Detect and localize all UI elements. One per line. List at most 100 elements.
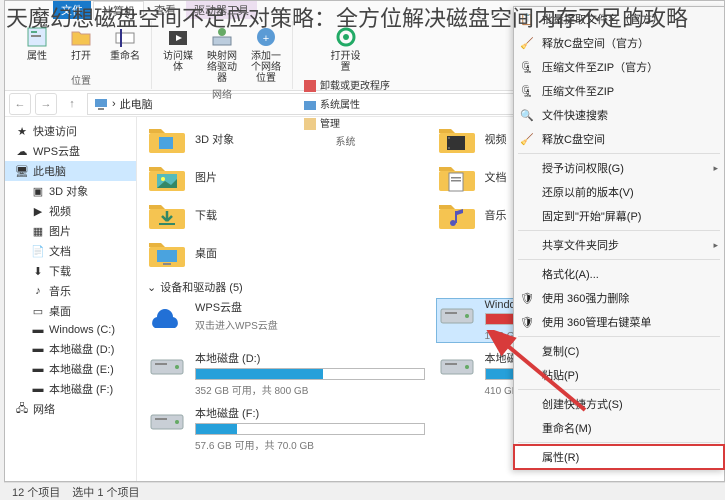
menu-item-15[interactable]: 🛡使用 360管理右键菜单 [514, 310, 724, 334]
drv-icon: ▬ [31, 382, 45, 396]
ribbon-tab-file[interactable]: 文件 [53, 1, 91, 19]
status-selection: 选中 1 个项目 [72, 484, 139, 500]
menu-item-0[interactable]: 📋批量提取文件名（官方） [514, 7, 724, 31]
360-icon: 🛡 [520, 291, 534, 305]
ribbon-btn-media[interactable]: 访问媒体 [158, 23, 198, 75]
menu-item-5[interactable]: 🧹释放C盘空间 [514, 127, 724, 151]
drive-usage-bar [195, 423, 425, 435]
star-icon: ★ [15, 124, 29, 138]
ribbon-btn-map-drive[interactable]: 映射网络驱动器 [202, 23, 242, 86]
drive-icon [147, 405, 187, 435]
ribbon-btn-add-location[interactable]: +添加一个网络位置 [246, 23, 286, 86]
folder-icon [147, 199, 187, 231]
folder-icon [147, 237, 187, 269]
menu-item-17[interactable]: 复制(C) [514, 339, 724, 363]
manage-icon [303, 117, 317, 131]
menu-item-13[interactable]: 格式化(A)... [514, 262, 724, 286]
free-icon: 🧹 [520, 36, 534, 50]
menu-item-21[interactable]: 重命名(M) [514, 416, 724, 440]
sidebar-item-14[interactable]: 🖧网络 [5, 399, 136, 419]
menu-separator [518, 442, 720, 443]
folder-icon [147, 161, 187, 193]
menu-item-2[interactable]: 🗜压缩文件至ZIP（官方） [514, 55, 724, 79]
sysprops-icon [303, 98, 317, 112]
sidebar-item-8[interactable]: ♪音乐 [5, 281, 136, 301]
menu-separator [518, 389, 720, 390]
menu-separator [518, 153, 720, 154]
pc-icon [94, 97, 108, 111]
map-drive-icon [210, 25, 234, 49]
svg-text:+: + [263, 33, 269, 45]
menu-item-8[interactable]: 还原以前的版本(V) [514, 180, 724, 204]
status-count: 12 个项目 [12, 484, 60, 500]
ribbon-btn-settings[interactable]: 打开设置 [326, 23, 366, 75]
sidebar-item-10[interactable]: ▬Windows (C:) [5, 321, 136, 339]
properties-icon [25, 25, 49, 49]
ribbon-btn-open[interactable]: 打开 [61, 23, 101, 64]
drive-0[interactable]: WPS云盘双击进入WPS云盘 [147, 299, 425, 342]
nav-up[interactable]: ↑ [61, 93, 83, 115]
menu-item-3[interactable]: 🗜压缩文件至ZIP [514, 79, 724, 103]
menu-item-20[interactable]: 创建快捷方式(S) [514, 392, 724, 416]
sidebar-item-12[interactable]: ▬本地磁盘 (E:) [5, 359, 136, 379]
ribbon-tab-drive-tools[interactable]: 驱动器工具 [186, 1, 257, 19]
3d-icon: ▣ [31, 184, 45, 198]
menu-separator [518, 336, 720, 337]
sidebar-item-1[interactable]: ☁WPS云盘 [5, 141, 136, 161]
drv-icon: ▬ [31, 342, 45, 356]
menu-item-4[interactable]: 🔍文件快速搜索 [514, 103, 724, 127]
sidebar-item-6[interactable]: 📄文档 [5, 241, 136, 261]
sidebar-item-2[interactable]: 🖥此电脑 [5, 161, 136, 181]
folder-pic[interactable]: 图片 [147, 161, 425, 193]
sidebar-item-3[interactable]: ▣3D 对象 [5, 181, 136, 201]
drive-icon [147, 299, 187, 329]
pic-icon: ▦ [31, 224, 45, 238]
sidebar-item-0[interactable]: ★快速访问 [5, 121, 136, 141]
drive-icon [437, 350, 477, 380]
menu-item-11[interactable]: 共享文件夹同步 [514, 233, 724, 257]
menu-item-7[interactable]: 授予访问权限(G) [514, 156, 724, 180]
net-icon: 🖧 [15, 402, 29, 416]
search-icon: 🔍 [520, 108, 534, 122]
drive-icon [147, 350, 187, 380]
drv-icon: ▬ [31, 362, 45, 376]
drive-2[interactable]: 本地磁盘 (D:)352 GB 可用，共 800 GB [147, 350, 425, 397]
nav-forward[interactable]: → [35, 93, 57, 115]
360-icon: 🛡 [520, 315, 534, 329]
menu-item-23[interactable]: 属性(R) [514, 445, 724, 469]
nav-back[interactable]: ← [9, 93, 31, 115]
drive-4[interactable]: 本地磁盘 (F:)57.6 GB 可用，共 70.0 GB [147, 405, 425, 452]
ribbon-tab-computer[interactable]: 计算机 [93, 1, 144, 19]
sidebar-item-11[interactable]: ▬本地磁盘 (D:) [5, 339, 136, 359]
sidebar-item-4[interactable]: ▶视频 [5, 201, 136, 221]
rename-icon [113, 25, 137, 49]
menu-item-9[interactable]: 固定到"开始"屏幕(P) [514, 204, 724, 228]
zip-icon: 🗜 [520, 60, 534, 74]
ribbon-btn-uninstall[interactable]: 卸载或更改程序 [301, 77, 392, 95]
sidebar-item-13[interactable]: ▬本地磁盘 (F:) [5, 379, 136, 399]
ribbon-btn-sysprops[interactable]: 系统属性 [301, 96, 362, 114]
menu-item-1[interactable]: 🧹释放C盘空间（官方） [514, 31, 724, 55]
folder-icon [147, 123, 187, 155]
cloud-icon: ☁ [15, 144, 29, 158]
ribbon-btn-manage[interactable]: 管理 [301, 115, 342, 133]
folder-dl[interactable]: 下载 [147, 199, 425, 231]
sidebar: ★快速访问☁WPS云盘🖥此电脑▣3D 对象▶视频▦图片📄文档⬇下载♪音乐▭桌面▬… [5, 117, 137, 481]
uninstall-icon [303, 79, 317, 93]
sidebar-item-7[interactable]: ⬇下载 [5, 261, 136, 281]
sidebar-item-9[interactable]: ▭桌面 [5, 301, 136, 321]
menu-item-18[interactable]: 粘贴(P) [514, 363, 724, 387]
ribbon-tab-view[interactable]: 查看 [146, 1, 184, 19]
menu-separator [518, 230, 720, 231]
drive-icon [437, 299, 477, 329]
ribbon-btn-rename[interactable]: 重命名 [105, 23, 145, 64]
desk-icon: ▭ [31, 304, 45, 318]
menu-item-14[interactable]: 🛡使用 360强力删除 [514, 286, 724, 310]
dl-icon: ⬇ [31, 264, 45, 278]
sidebar-item-5[interactable]: ▦图片 [5, 221, 136, 241]
folder-desk[interactable]: 桌面 [147, 237, 425, 269]
ribbon-group-network: 访问媒体 映射网络驱动器 +添加一个网络位置 网络 [152, 21, 293, 89]
ext-icon: 📋 [520, 12, 534, 26]
media-icon [166, 25, 190, 49]
ribbon-btn-properties[interactable]: 属性 [17, 23, 57, 64]
